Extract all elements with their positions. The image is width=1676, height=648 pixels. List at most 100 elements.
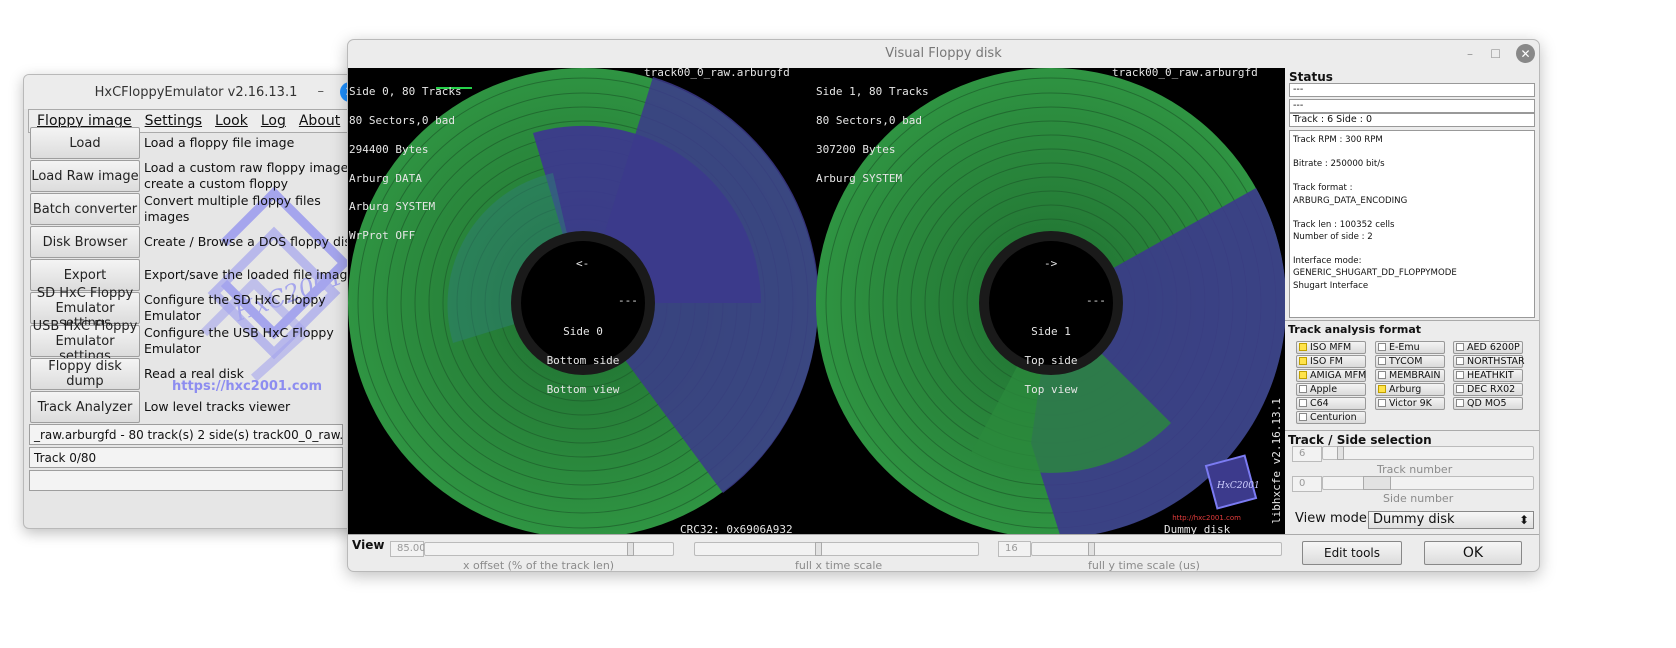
batch-converter-button[interactable]: Batch converter	[30, 193, 140, 225]
side1-center-line: Top view	[1024, 382, 1078, 396]
x-offset-thumb[interactable]	[627, 542, 634, 556]
bottom-toolbar: View 85.00 x offset (% of the track len)…	[348, 534, 1539, 572]
info-line	[1293, 170, 1531, 182]
hxc-title-bar[interactable]: HxCFloppyEmulator v2.16.13.1 – ✕	[24, 75, 368, 109]
edit-tools-button[interactable]: Edit tools	[1302, 541, 1402, 565]
x-time-label: full x time scale	[795, 559, 883, 572]
batch-row: Batch converter Convert multiple floppy …	[30, 193, 359, 225]
view-mode-select[interactable]: Dummy disk ⬍	[1368, 511, 1534, 529]
checkbox-icon	[1456, 399, 1464, 407]
hxc-small-logo: HxC2001	[1204, 454, 1260, 510]
load-raw-button[interactable]: Load Raw image	[30, 160, 140, 192]
checkbox-icon	[1378, 385, 1386, 393]
side1-line: 307200 Bytes	[816, 142, 896, 156]
track-number-spin[interactable]: 6	[1292, 446, 1322, 462]
y-time-spin[interactable]: 16	[998, 541, 1031, 557]
side1-line: Side 1, 80 Tracks	[816, 85, 929, 99]
track-format-label: QD MO5	[1467, 398, 1507, 409]
side0-line: Side 0, 80 Tracks	[349, 85, 462, 99]
side1-dash: ---	[1086, 294, 1106, 307]
track-format-checkbox[interactable]: AED 6200P	[1453, 341, 1523, 354]
checkbox-icon	[1378, 357, 1386, 365]
track-format-label: C64	[1310, 398, 1329, 409]
side-number-slider[interactable]	[1322, 476, 1534, 490]
load-raw-desc: Load a custom raw floppy image / create …	[144, 160, 357, 191]
side0-center-line: Side 0	[563, 325, 603, 339]
batch-desc: Convert multiple floppy files images	[144, 193, 321, 224]
side1-center: Side 1 Top side Top view	[1011, 308, 1091, 414]
minimize-icon[interactable]: –	[318, 84, 325, 99]
track-format-checkbox[interactable]: NORTHSTAR	[1453, 355, 1525, 368]
disk-browser-button[interactable]: Disk Browser	[30, 226, 140, 258]
small-logo-text: HxC2001	[1216, 481, 1260, 491]
info-line	[1293, 207, 1531, 219]
maximize-icon[interactable]: ☐	[1490, 40, 1501, 68]
x-time-thumb[interactable]	[815, 542, 822, 556]
track-analyzer-button[interactable]: Track Analyzer	[30, 391, 140, 423]
x-offset-slider[interactable]	[424, 542, 674, 556]
side0-dash: ---	[618, 294, 638, 307]
y-time-thumb[interactable]	[1088, 542, 1095, 556]
view-mode-label: View mode	[1295, 511, 1367, 526]
disk-view-canvas[interactable]: HxC2001 http://hxc2001.com libhxcfe v2.1…	[348, 68, 1285, 534]
vf-title-bar[interactable]: Visual Floppy disk – ☐ ✕	[348, 40, 1539, 68]
track-format-checkbox[interactable]: ISO MFM	[1296, 341, 1366, 354]
track-format-label: DEC RX02	[1467, 384, 1516, 395]
side1-info: Side 1, 80 Tracks 80 Sectors,0 bad 30720…	[816, 68, 929, 202]
vf-window-title: Visual Floppy disk	[885, 46, 1002, 61]
dummy-disk-label: Dummy disk	[1164, 523, 1231, 534]
track-format-checkbox[interactable]: Centurion	[1296, 411, 1366, 424]
load-button[interactable]: Load	[30, 127, 140, 159]
status-panel: Status --- --- Track : 6 Side : 0 Track …	[1285, 68, 1539, 320]
track-format-checkbox[interactable]: Arburg	[1375, 383, 1445, 396]
view-mode-value: Dummy disk	[1373, 512, 1455, 527]
track-format-checkbox[interactable]: HEATHKIT	[1453, 369, 1523, 382]
track-format-checkbox[interactable]: MEMBRAIN	[1375, 369, 1445, 382]
side-slider-thumb[interactable]	[1363, 476, 1391, 490]
info-line: ARBURG_DATA_ENCODING	[1293, 195, 1408, 206]
track-format-label: Arburg	[1389, 384, 1422, 395]
load-desc: Load a floppy file image	[144, 135, 295, 150]
track-format-checkbox[interactable]: C64	[1296, 397, 1366, 410]
file-info-field: _raw.arburgfd - 80 track(s) 2 side(s) tr…	[29, 424, 343, 445]
side0-line: Arburg DATA	[349, 171, 422, 185]
minimize-icon[interactable]: –	[1467, 40, 1473, 68]
track-format-checkbox[interactable]: TYCOM	[1375, 355, 1445, 368]
track-format-label: Victor 9K	[1389, 398, 1432, 409]
side0-line: 294400 Bytes	[349, 142, 429, 156]
x-offset-label: x offset (% of the track len)	[463, 559, 615, 572]
status-field-2: ---	[1289, 99, 1535, 113]
track-format-checkbox[interactable]: Apple	[1296, 383, 1366, 396]
track-slider-thumb[interactable]	[1337, 446, 1344, 460]
track-number-slider[interactable]	[1322, 446, 1534, 460]
track-format-checkbox[interactable]: E-Emu	[1375, 341, 1445, 354]
y-time-slider[interactable]	[1031, 542, 1282, 556]
track-format-checkbox[interactable]: DEC RX02	[1453, 383, 1523, 396]
side-number-spin[interactable]: 0	[1292, 476, 1322, 492]
floppy-dump-button[interactable]: Floppy disk dump	[30, 358, 140, 390]
side1-center-line: Top side	[1024, 353, 1078, 367]
x-time-slider[interactable]	[694, 542, 979, 556]
track-format-label: AMIGA MFM	[1310, 370, 1367, 381]
crc-label: CRC32: 0x6906A932	[680, 523, 793, 534]
small-logo-url: http://hxc2001.com	[1172, 514, 1241, 522]
x-offset-spin[interactable]: 85.00	[390, 541, 426, 557]
track-analysis-title: Track analysis format	[1288, 323, 1422, 336]
checkbox-icon	[1299, 357, 1307, 365]
track-format-checkbox[interactable]: QD MO5	[1453, 397, 1523, 410]
ok-button[interactable]: OK	[1424, 541, 1522, 565]
visual-floppy-window: Visual Floppy disk – ☐ ✕ HxC2001 http://…	[347, 39, 1540, 572]
track-format-checkbox[interactable]: AMIGA MFM	[1296, 369, 1366, 382]
close-icon[interactable]: ✕	[1516, 44, 1535, 63]
info-line: Track format :	[1293, 183, 1353, 194]
disk-browser-row: Disk Browser Create / Browse a DOS flopp…	[30, 226, 359, 258]
side1-line: 80 Sectors,0 bad	[816, 113, 922, 127]
info-line: Track RPM : 300 RPM	[1293, 135, 1383, 145]
side0-center-line: Bottom view	[546, 382, 620, 396]
load-raw-row: Load Raw image Load a custom raw floppy …	[30, 160, 359, 192]
track-format-checkbox[interactable]: ISO FM	[1296, 355, 1366, 368]
track-format-label: NORTHSTAR	[1467, 356, 1525, 367]
hxc-url-link[interactable]: https://hxc2001.com	[172, 379, 322, 394]
usb-settings-button[interactable]: USB HxC Floppy Emulator settings	[30, 319, 140, 364]
track-format-checkbox[interactable]: Victor 9K	[1375, 397, 1445, 410]
